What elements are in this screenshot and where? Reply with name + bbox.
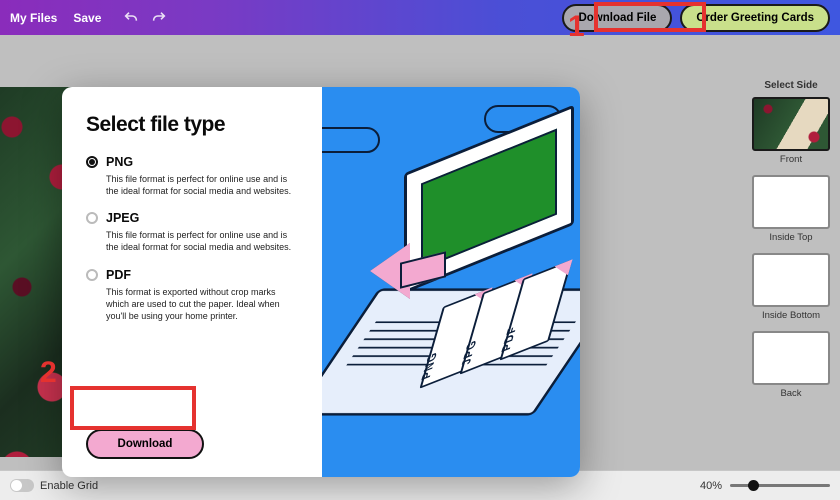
enable-grid-label: Enable Grid [40, 480, 98, 492]
option-desc-jpeg: This file format is perfect for online u… [86, 229, 296, 253]
zoom-slider[interactable] [730, 484, 830, 487]
enable-grid-toggle[interactable] [10, 479, 34, 492]
side-thumb-front[interactable] [752, 97, 830, 151]
modal-illustration: PNG JPG PDF [322, 87, 580, 477]
side-label-front: Front [780, 154, 802, 165]
download-button[interactable]: Download [86, 429, 204, 459]
redo-icon[interactable] [151, 10, 167, 26]
radio-png[interactable] [86, 156, 98, 168]
option-label-pdf: PDF [106, 268, 131, 282]
select-side-panel: Select Side Front Inside Top Inside Bott… [748, 80, 834, 409]
side-thumb-inside-bottom[interactable] [752, 253, 830, 307]
side-label-inside-top: Inside Top [769, 232, 812, 243]
undo-icon[interactable] [123, 10, 139, 26]
top-toolbar: My Files Save Download File Order Greeti… [0, 0, 840, 35]
order-greeting-cards-button[interactable]: Order Greeting Cards [680, 4, 830, 32]
side-label-inside-bottom: Inside Bottom [762, 310, 820, 321]
option-label-png: PNG [106, 155, 133, 169]
my-files-link[interactable]: My Files [10, 11, 57, 25]
filetype-option-jpeg[interactable]: JPEG This file format is perfect for onl… [86, 211, 300, 253]
select-file-type-modal: Select file type PNG This file format is… [62, 87, 580, 477]
option-desc-pdf: This format is exported without crop mar… [86, 286, 296, 322]
filetype-option-png[interactable]: PNG This file format is perfect for onli… [86, 155, 300, 197]
save-link[interactable]: Save [73, 11, 101, 25]
side-thumb-inside-top[interactable] [752, 175, 830, 229]
option-label-jpeg: JPEG [106, 211, 139, 225]
editor-workspace: Select Side Front Inside Top Inside Bott… [0, 35, 840, 470]
side-label-back: Back [780, 388, 801, 399]
filetype-option-pdf[interactable]: PDF This format is exported without crop… [86, 268, 300, 322]
option-desc-png: This file format is perfect for online u… [86, 173, 296, 197]
radio-pdf[interactable] [86, 269, 98, 281]
modal-title: Select file type [86, 113, 300, 137]
download-file-button[interactable]: Download File [562, 4, 672, 32]
select-side-title: Select Side [764, 80, 817, 91]
zoom-value: 40% [700, 480, 722, 492]
side-thumb-back[interactable] [752, 331, 830, 385]
radio-jpeg[interactable] [86, 212, 98, 224]
